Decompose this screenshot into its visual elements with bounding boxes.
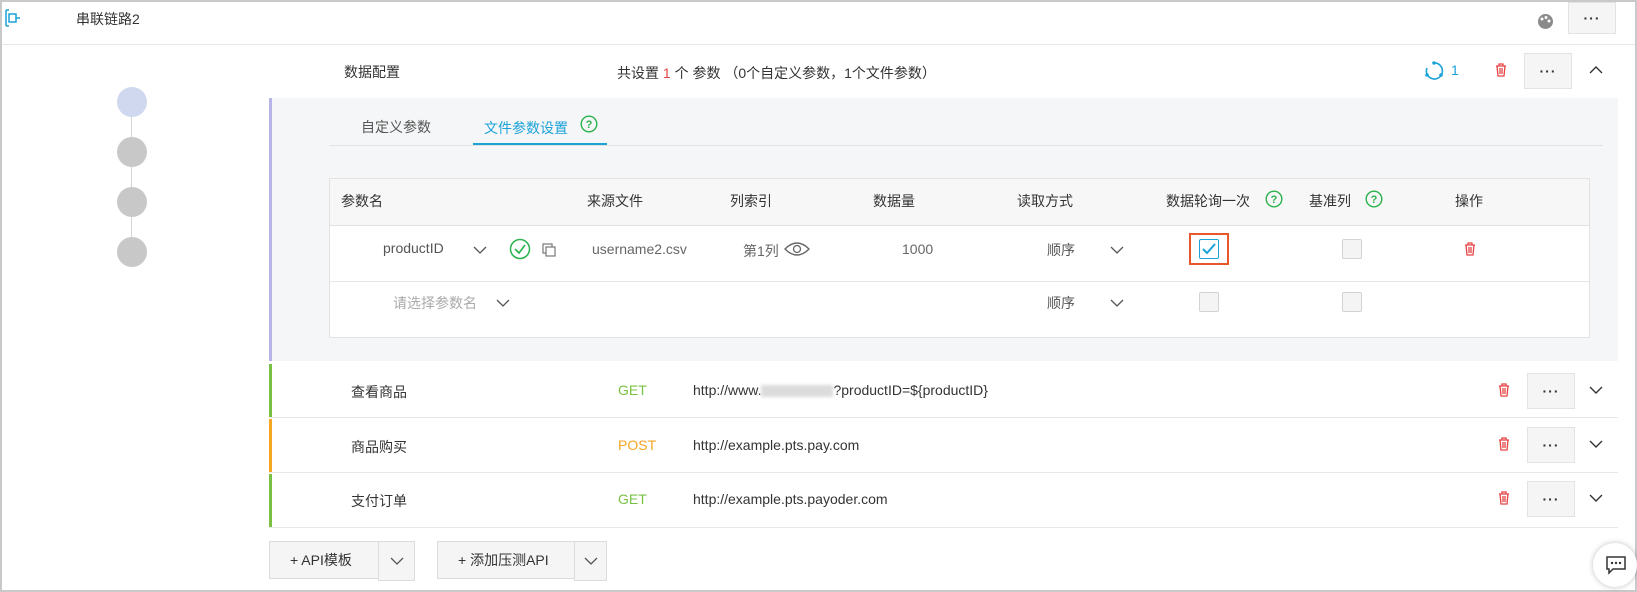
tab-custom-params[interactable]: 自定义参数	[361, 117, 431, 137]
delete-config-icon[interactable]	[1493, 62, 1509, 78]
api-name: 商品购买	[351, 439, 407, 455]
base-column-checkbox[interactable]	[1342, 292, 1362, 312]
api-name: 支付订单	[351, 493, 407, 509]
redacted-block	[761, 385, 834, 398]
api-name: 查看商品	[351, 384, 407, 400]
api-template-button[interactable]: + API模板	[269, 541, 379, 579]
chain-icon	[5, 9, 20, 27]
col-param-name: 参数名	[341, 193, 383, 209]
col-read-mode: 读取方式	[1017, 193, 1073, 209]
read-mode-value[interactable]: 顺序	[1047, 240, 1075, 260]
api-bar	[269, 364, 272, 417]
timeline-node[interactable]	[117, 187, 147, 217]
palette-icon[interactable]	[1537, 13, 1554, 30]
api-more-button[interactable]: ···	[1527, 373, 1575, 409]
tabs-divider	[329, 145, 1603, 146]
chat-icon	[1606, 556, 1626, 575]
api-template-dropdown[interactable]	[378, 541, 415, 581]
api-more-button[interactable]: ···	[1527, 427, 1575, 463]
config-header[interactable]	[269, 46, 1618, 98]
timeline-line	[131, 115, 132, 255]
timeline-node-active[interactable]	[117, 87, 147, 117]
delete-api-icon[interactable]	[1496, 382, 1512, 398]
page-title: 串联链路2	[76, 11, 140, 27]
base-column-checkbox[interactable]	[1342, 239, 1362, 259]
check-circle-icon[interactable]	[509, 238, 531, 260]
delete-api-icon[interactable]	[1496, 490, 1512, 506]
config-more-button[interactable]: ···	[1524, 53, 1572, 89]
chat-button[interactable]	[1593, 543, 1637, 587]
svg-text:?: ?	[1371, 194, 1378, 206]
chevron-down-icon[interactable]	[1110, 243, 1124, 257]
config-title: 数据配置	[344, 64, 400, 80]
col-data-count: 数据量	[873, 193, 915, 209]
api-more-button[interactable]: ···	[1527, 481, 1575, 517]
table-header	[330, 179, 1589, 226]
poll-once-checkbox[interactable]	[1199, 292, 1219, 312]
api-url: http://www. ?productID=${productID}	[693, 382, 988, 398]
col-poll-once: 数据轮询一次	[1166, 193, 1250, 209]
poll-once-checkbox-checked[interactable]	[1199, 239, 1219, 259]
param-select-value[interactable]: productID	[383, 240, 444, 256]
col-base-column: 基准列	[1309, 193, 1351, 209]
param-table: 参数名 来源文件 列索引 数据量 读取方式 数据轮询一次 ? 基准列 ? 操作 …	[329, 178, 1590, 338]
config-badge-count: 1	[1451, 62, 1459, 78]
add-api-label: + 添加压测API	[458, 552, 549, 568]
param-select-placeholder[interactable]: 请选择参数名	[393, 293, 477, 313]
chevron-down-icon[interactable]	[496, 296, 510, 310]
timeline-node[interactable]	[117, 237, 147, 267]
tab-file-params[interactable]: 文件参数设置	[484, 118, 568, 138]
read-mode-value[interactable]: 顺序	[1047, 293, 1075, 313]
col-source-file: 来源文件	[587, 193, 643, 209]
api-template-label: + API模板	[290, 552, 352, 568]
add-api-dropdown[interactable]	[574, 541, 607, 581]
chevron-down-icon[interactable]	[1110, 296, 1124, 310]
api-method: GET	[618, 491, 647, 507]
api-row[interactable]: 商品购买 POST http://example.pts.pay.com ···	[269, 419, 1618, 473]
api-method: GET	[618, 382, 647, 398]
chevron-down-icon[interactable]	[1589, 437, 1603, 451]
chevron-down-icon[interactable]	[1589, 383, 1603, 397]
col-actions: 操作	[1455, 193, 1483, 209]
timeline-node[interactable]	[117, 137, 147, 167]
help-icon[interactable]: ?	[1365, 190, 1383, 208]
svg-text:?: ?	[1271, 194, 1278, 206]
eye-icon[interactable]	[784, 239, 810, 259]
api-row[interactable]: 支付订单 GET http://example.pts.payoder.com …	[269, 474, 1618, 528]
col-column-index: 列索引	[730, 193, 772, 209]
checkmark-icon	[1202, 243, 1216, 255]
chevron-down-icon[interactable]	[473, 243, 487, 257]
delete-api-icon[interactable]	[1496, 436, 1512, 452]
top-bar: 串联链路2 ···	[2, 2, 1635, 45]
refresh-icon[interactable]	[1424, 61, 1444, 81]
chevron-down-icon	[390, 557, 403, 565]
api-method: POST	[618, 437, 657, 453]
api-bar	[269, 474, 272, 527]
api-url: http://example.pts.payoder.com	[693, 491, 888, 507]
chevron-up-icon[interactable]	[1589, 63, 1603, 77]
help-icon[interactable]: ?	[1265, 190, 1283, 208]
api-url: http://example.pts.pay.com	[693, 437, 860, 453]
column-index-value: 第1列	[743, 243, 779, 259]
svg-text:?: ?	[586, 119, 593, 131]
add-api-button[interactable]: + 添加压测API	[437, 541, 575, 579]
api-row[interactable]: 查看商品 GET http://www. ?productID=${product…	[269, 364, 1618, 418]
api-bar	[269, 419, 272, 472]
header-more-button[interactable]: ···	[1568, 2, 1616, 34]
data-count-value: 1000	[902, 241, 934, 257]
chevron-down-icon[interactable]	[1589, 491, 1603, 505]
delete-row-icon[interactable]	[1462, 241, 1478, 257]
source-file-value: username2.csv	[592, 241, 687, 257]
chevron-down-icon	[584, 557, 597, 565]
help-icon[interactable]: ?	[580, 115, 598, 133]
config-summary: 共设置 1 个 参数 （0个自定义参数，1个文件参数）	[617, 65, 936, 81]
copy-icon[interactable]	[541, 242, 557, 258]
